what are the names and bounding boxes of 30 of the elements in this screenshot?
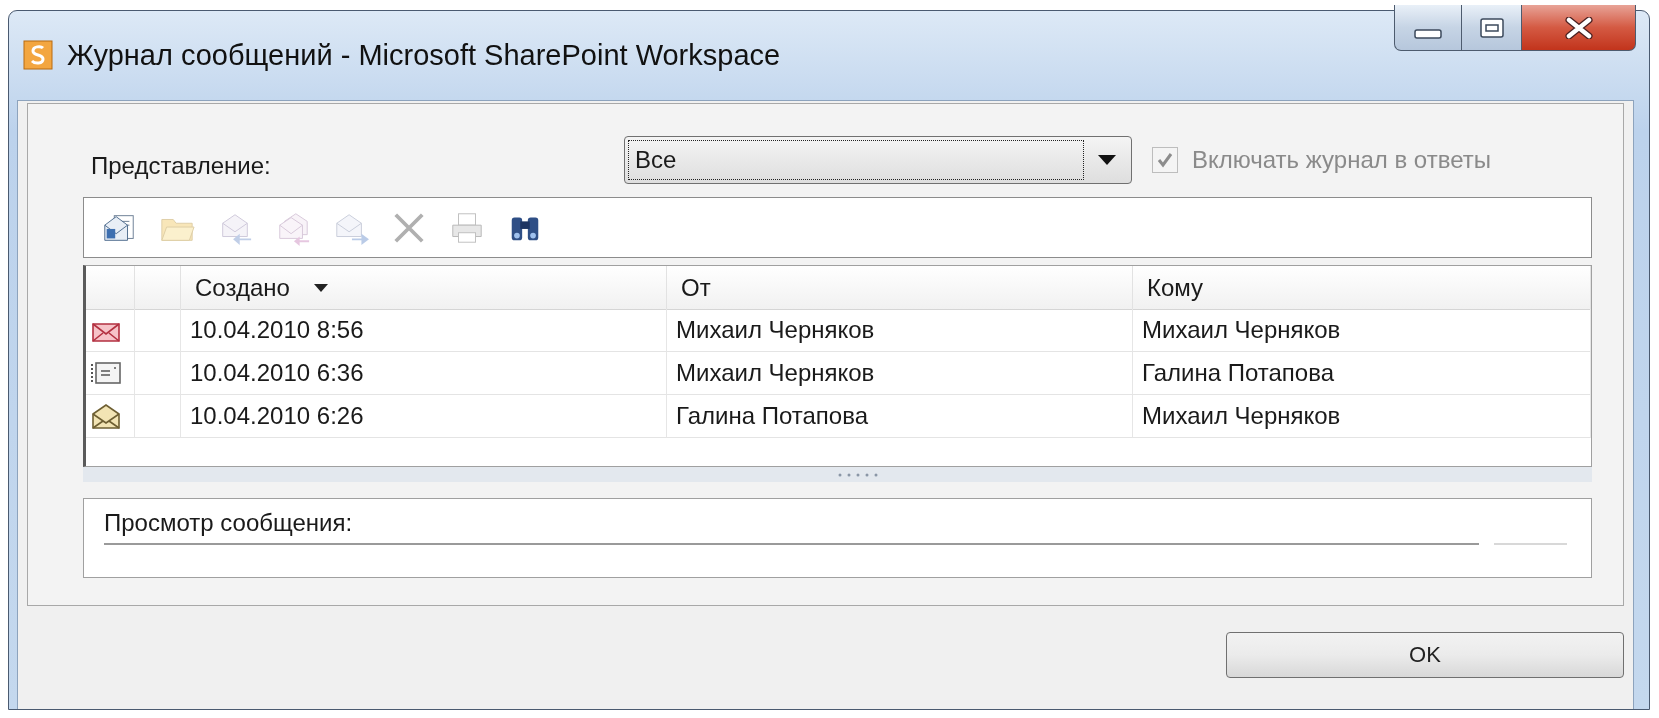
window-title: Журнал сообщений - Microsoft SharePoint Workspace xyxy=(67,39,781,72)
table-cell: 10.04.2010 6:36 xyxy=(181,352,667,395)
maximize-button[interactable] xyxy=(1462,5,1522,51)
table-cell: 10.04.2010 6:26 xyxy=(181,395,667,438)
minimize-icon xyxy=(1414,28,1442,39)
column-header[interactable]: От xyxy=(667,266,1133,310)
table-cell: Галина Потапова xyxy=(667,395,1133,438)
table-cell: Михаил Черняков xyxy=(667,352,1133,395)
open-envelope-icon xyxy=(90,402,122,430)
grip-icon xyxy=(837,472,878,477)
ok-button[interactable]: OK xyxy=(1226,632,1624,678)
dropdown-arrow-icon xyxy=(1098,155,1116,165)
table-cell: 10.04.2010 8:56 xyxy=(181,309,667,352)
column-header[interactable]: Создано xyxy=(181,266,667,310)
table-cell: Михаил Черняков xyxy=(1133,395,1591,438)
app-icon xyxy=(23,40,53,70)
view-label: Представление: xyxy=(91,152,272,180)
card-icon xyxy=(90,359,122,387)
column-header[interactable]: Кому xyxy=(1133,266,1591,310)
checkmark-icon xyxy=(1156,151,1174,169)
close-button[interactable] xyxy=(1522,5,1636,51)
minimize-button[interactable] xyxy=(1394,5,1462,51)
preview-label: Просмотр сообщения: xyxy=(104,509,354,537)
table-cell: Галина Потапова xyxy=(1133,352,1591,395)
close-icon xyxy=(1564,16,1593,39)
table-cell: Михаил Черняков xyxy=(667,309,1133,352)
table-cell: Михаил Черняков xyxy=(1133,309,1591,352)
view-dropdown[interactable]: Все xyxy=(624,136,1132,184)
checkbox-label: Включать журнал в ответы xyxy=(1192,146,1491,174)
maximize-icon xyxy=(1479,17,1504,38)
